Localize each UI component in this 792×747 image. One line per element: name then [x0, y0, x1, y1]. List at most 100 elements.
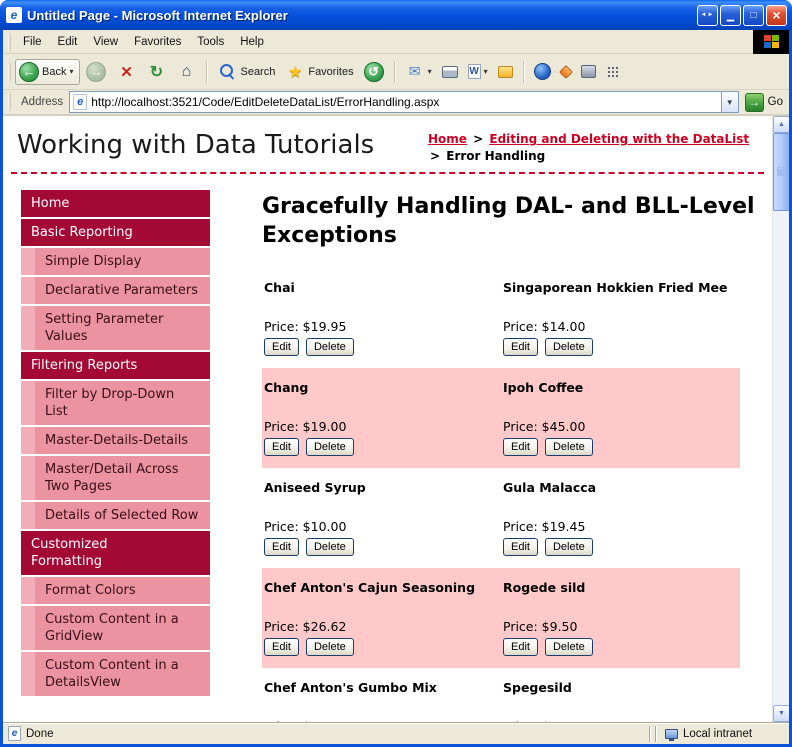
sidebar-item[interactable]: Declarative Parameters — [21, 277, 210, 304]
edit-button[interactable]: Edit — [264, 638, 299, 656]
menu-item-edit[interactable]: Edit — [50, 33, 86, 51]
toolbar-separator — [206, 60, 208, 83]
edit-button[interactable]: Edit — [503, 438, 538, 456]
window-arrows-button[interactable]: ◄► — [697, 4, 718, 26]
sidebar-item[interactable]: Filtering Reports — [21, 352, 210, 379]
discuss-button[interactable] — [494, 64, 517, 80]
breadcrumb-section-link[interactable]: Editing and Deleting with the DataList — [489, 132, 749, 146]
breadcrumb: Home > Editing and Deleting with the Dat… — [428, 128, 762, 165]
product-row: Chef Anton's Gumbo MixPrice: $21.35EditD… — [262, 668, 740, 722]
addressbar-grip[interactable] — [8, 93, 11, 111]
breadcrumb-home-link[interactable]: Home — [428, 132, 467, 146]
close-button[interactable]: × — [766, 4, 787, 26]
site-title: Working with Data Tutorials — [17, 130, 375, 160]
address-dropdown-button[interactable]: ▼ — [720, 92, 738, 112]
delete-button[interactable]: Delete — [544, 438, 593, 456]
favorites-label: Favorites — [308, 65, 354, 78]
sidebar-item-label: Details of Selected Row — [35, 502, 210, 529]
devtools-button[interactable] — [577, 63, 600, 80]
minimize-button[interactable]: ▁ — [720, 4, 741, 26]
sidebar-item-label: Master-Details-Details — [35, 427, 210, 454]
scrollbar-thumb[interactable] — [773, 133, 789, 211]
sidebar-item[interactable]: Format Colors — [21, 577, 210, 604]
sidebar-indent-strip — [21, 456, 35, 500]
edit-button[interactable]: Edit — [503, 538, 538, 556]
scroll-down-button[interactable]: ▼ — [773, 705, 789, 722]
product-price: Price: $45.00 — [503, 419, 586, 434]
address-input[interactable]: e http://localhost:3521/Code/EditDeleteD… — [69, 91, 739, 113]
product-row: Chai Price: $19.95 Edit Delete Singaporean H… — [262, 268, 740, 368]
toolbar-grip[interactable] — [8, 62, 11, 81]
scroll-up-button[interactable]: ▲ — [773, 116, 789, 133]
status-divider — [649, 725, 650, 742]
edit-button[interactable]: Edit — [264, 438, 299, 456]
menu-grip[interactable] — [8, 32, 11, 51]
maximize-button[interactable]: □ — [743, 4, 764, 26]
menu-item-help[interactable]: Help — [232, 33, 272, 51]
document-icon: e — [8, 726, 21, 741]
mail-button[interactable]: ✉ ▾ — [401, 60, 436, 84]
sidebar-item[interactable]: Details of Selected Row — [21, 502, 210, 529]
edit-button[interactable]: Edit — [503, 638, 538, 656]
links-button[interactable] — [602, 63, 624, 81]
delete-button[interactable]: Delete — [305, 338, 354, 356]
main-content: Gracefully Handling DAL- and BLL-Level E… — [210, 190, 772, 722]
delete-button[interactable]: Delete — [305, 538, 354, 556]
toolbar: ← Back ▾ → ✕ ↻ ⌂ Search ★ Favorites ↺ ✉ ▾ W ▾ — [3, 54, 789, 90]
page-body: Home Basic Reporting Simple Display Declara… — [3, 174, 772, 722]
product-buttons: Edit Delete — [264, 438, 499, 456]
address-url: http://localhost:3521/Code/EditDeleteDat… — [91, 95, 440, 109]
menu-item-file[interactable]: File — [15, 33, 50, 51]
menu-item-favorites[interactable]: Favorites — [126, 33, 189, 51]
product-name: Rogede sild — [503, 580, 586, 595]
sidebar-item[interactable]: Home — [21, 190, 210, 217]
refresh-button[interactable]: ↻ — [142, 60, 170, 84]
sidebar-item[interactable]: Master-Details-Details — [21, 427, 210, 454]
edit-button[interactable]: Edit — [264, 538, 299, 556]
menu-item-tools[interactable]: Tools — [189, 33, 232, 51]
menu-item-view[interactable]: View — [85, 33, 126, 51]
product-price: Price: $26.62 — [264, 619, 347, 634]
sidebar-indent-strip — [21, 277, 35, 304]
delete-button[interactable]: Delete — [544, 538, 593, 556]
sidebar-indent-strip — [21, 381, 35, 425]
dropdown-arrow-icon: ▾ — [427, 67, 432, 76]
sidebar-item[interactable]: Customized Formatting — [21, 531, 210, 575]
security-zone-panel: Local intranet — [661, 726, 781, 742]
product-row: Chang Price: $19.00 Edit Delete Ipoh Coffee P… — [262, 368, 740, 468]
vertical-scrollbar[interactable]: ▲ ▼ — [772, 116, 789, 722]
search-button[interactable]: Search — [213, 60, 279, 84]
sidebar-item[interactable]: Custom Content in a DetailsView — [21, 652, 210, 696]
toolbar-separator — [522, 60, 524, 83]
sidebar-item-label: Home — [21, 190, 210, 217]
back-button[interactable]: ← Back ▾ — [15, 58, 81, 85]
sidebar-item[interactable]: Setting Parameter Values — [21, 306, 210, 350]
delete-button[interactable]: Delete — [305, 438, 354, 456]
stop-button[interactable]: ✕ — [112, 60, 140, 84]
sidebar-item[interactable]: Custom Content in a GridView — [21, 606, 210, 650]
delete-button[interactable]: Delete — [544, 638, 593, 656]
sidebar-item-label: Declarative Parameters — [35, 277, 210, 304]
edit-button[interactable]: Edit — [264, 338, 299, 356]
sidebar-item[interactable]: Basic Reporting — [21, 219, 210, 246]
sidebar-item[interactable]: Simple Display — [21, 248, 210, 275]
research-button[interactable] — [557, 64, 575, 79]
edit-button[interactable]: Edit — [503, 338, 538, 356]
messenger-button[interactable] — [530, 61, 555, 82]
product-name: Spegesild — [503, 680, 572, 695]
delete-button[interactable]: Delete — [305, 638, 354, 656]
home-button[interactable]: ⌂ — [172, 60, 200, 84]
go-button[interactable]: → Go — [744, 92, 783, 112]
edit-button[interactable]: W ▾ — [464, 62, 492, 81]
sidebar-item-label: Custom Content in a DetailsView — [35, 652, 210, 696]
messenger-icon — [533, 63, 551, 80]
delete-button[interactable]: Delete — [544, 338, 593, 356]
sidebar-item[interactable]: Filter by Drop-Down List — [21, 381, 210, 425]
sidebar-item[interactable]: Master/Detail Across Two Pages — [21, 456, 210, 500]
back-circle-icon: ← — [19, 61, 39, 82]
status-bar: e Done Local intranet — [3, 722, 789, 744]
history-button[interactable]: ↺ — [360, 60, 388, 84]
favorites-button[interactable]: ★ Favorites — [281, 60, 357, 84]
title-bar[interactable]: e Untitled Page - Microsoft Internet Exp… — [0, 0, 792, 30]
print-button[interactable] — [438, 64, 462, 80]
